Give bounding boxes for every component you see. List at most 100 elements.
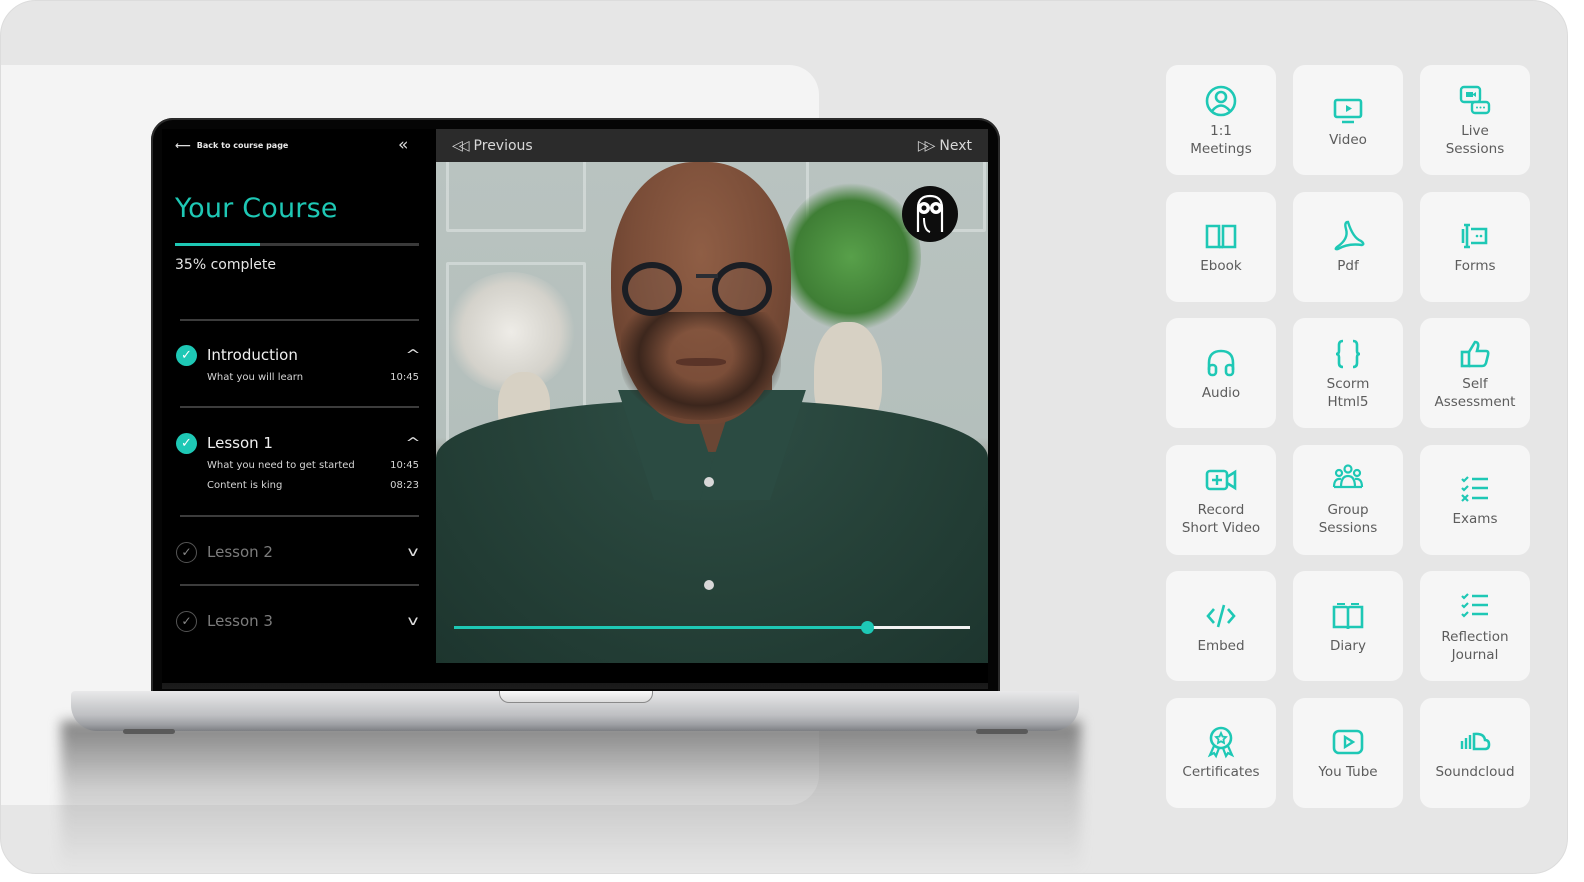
checklist-icon bbox=[1457, 589, 1493, 625]
module-header[interactable]: ✓ Introduction ^ bbox=[176, 343, 423, 367]
lesson-item[interactable]: Content is king 08:23 bbox=[207, 475, 420, 495]
chevron-down-icon[interactable]: v bbox=[403, 614, 423, 629]
rewind-icon: ◁◁ bbox=[452, 137, 469, 154]
lesson-item[interactable]: What you will learn 10:45 bbox=[207, 367, 420, 387]
group-icon bbox=[1330, 462, 1366, 498]
module-title: Lesson 2 bbox=[207, 543, 273, 561]
video-chat-icon bbox=[1457, 83, 1493, 119]
feature-label: Forms bbox=[1454, 258, 1496, 274]
video-add-icon bbox=[1203, 462, 1239, 498]
back-to-course-link[interactable]: ⟵ Back to course page bbox=[175, 139, 288, 152]
laptop-shadow bbox=[61, 721, 1081, 871]
previous-label: Previous bbox=[473, 137, 533, 154]
chevron-down-icon[interactable]: v bbox=[403, 545, 423, 560]
feature-tile-you-tube[interactable]: You Tube bbox=[1293, 697, 1403, 808]
lesson-duration: 10:45 bbox=[390, 459, 419, 471]
divider bbox=[180, 406, 419, 408]
divider bbox=[180, 319, 419, 321]
module-introduction: ✓ Introduction ^ What you will learn 10:… bbox=[176, 343, 423, 387]
code-icon bbox=[1203, 598, 1239, 634]
laptop-foot bbox=[123, 729, 175, 734]
feature-label: Embed bbox=[1197, 637, 1245, 654]
feature-tile-video[interactable]: Video bbox=[1293, 65, 1403, 175]
feature-label: Audio bbox=[1201, 384, 1241, 401]
feature-tile-certificates[interactable]: Certificates bbox=[1166, 697, 1276, 808]
feature-tile-embed[interactable]: Embed bbox=[1166, 571, 1276, 681]
checklist-x-icon bbox=[1457, 471, 1493, 507]
chevron-up-icon[interactable]: ^ bbox=[403, 348, 423, 363]
shirt-button bbox=[704, 477, 714, 487]
feature-tile-ebook[interactable]: Ebook bbox=[1166, 191, 1276, 302]
check-outline-icon: ✓ bbox=[176, 541, 197, 563]
course-title: Your Course bbox=[175, 193, 338, 224]
divider bbox=[180, 584, 419, 586]
feature-label: Self Assessment bbox=[1434, 375, 1516, 410]
chevron-up-icon[interactable]: ^ bbox=[403, 436, 423, 451]
lesson-duration: 08:23 bbox=[390, 479, 419, 491]
module-title: Introduction bbox=[207, 346, 298, 364]
feature-tile-record-short-video[interactable]: Record Short Video bbox=[1166, 444, 1276, 555]
glasses-bridge bbox=[696, 274, 718, 278]
check-circle-icon: ✓ bbox=[176, 432, 197, 454]
feature-tile-audio[interactable]: Audio bbox=[1166, 318, 1276, 428]
collapse-sidebar-button[interactable]: « bbox=[398, 135, 408, 155]
seek-bar-thumb[interactable] bbox=[860, 621, 874, 634]
presenter-mouth bbox=[676, 358, 726, 366]
video-frame[interactable] bbox=[436, 162, 988, 663]
feature-tile-scorm-html5[interactable]: Scorm Html5 bbox=[1293, 318, 1403, 428]
feature-tile-forms[interactable]: Forms bbox=[1420, 191, 1530, 302]
course-progress-bar bbox=[175, 243, 419, 246]
glasses-lens bbox=[622, 262, 682, 316]
feature-tile-pdf[interactable]: Pdf bbox=[1293, 191, 1403, 302]
soundcloud-icon bbox=[1457, 724, 1493, 760]
feature-tile-exams[interactable]: Exams bbox=[1420, 444, 1530, 555]
headphones-icon bbox=[1203, 345, 1239, 381]
feature-tile-self-assessment[interactable]: Self Assessment bbox=[1420, 318, 1530, 428]
progress-text: 35% complete bbox=[175, 257, 276, 273]
feature-label: Ebook bbox=[1200, 258, 1242, 274]
presenter-beard bbox=[621, 312, 781, 420]
lesson-item[interactable]: What you need to get started 10:45 bbox=[207, 455, 420, 475]
lesson-duration: 10:45 bbox=[390, 371, 419, 383]
video-seek-bar[interactable] bbox=[454, 621, 970, 634]
feature-label: Record Short Video bbox=[1181, 502, 1261, 536]
feature-label: Group Sessions bbox=[1318, 502, 1378, 536]
module-header[interactable]: ✓ Lesson 2 v bbox=[176, 540, 420, 564]
feature-tile-group-sessions[interactable]: Group Sessions bbox=[1293, 444, 1403, 555]
feature-label: Exams bbox=[1452, 511, 1498, 527]
feature-label: Live Sessions bbox=[1445, 122, 1505, 157]
module-header[interactable]: ✓ Lesson 1 ^ bbox=[176, 431, 423, 455]
monitor-play-icon bbox=[1330, 92, 1366, 128]
seek-bar-fill bbox=[454, 626, 867, 629]
owl-logo-icon bbox=[902, 186, 958, 242]
lesson-title: What you need to get started bbox=[207, 459, 355, 471]
feature-tile-soundcloud[interactable]: Soundcloud bbox=[1420, 697, 1530, 808]
pdf-icon bbox=[1330, 218, 1366, 254]
module-lesson-2: ✓ Lesson 2 v bbox=[176, 540, 420, 564]
feature-tile-reflection-journal[interactable]: Reflection Journal bbox=[1420, 571, 1530, 681]
feature-tile-1-1-meetings[interactable]: 1:1 Meetings bbox=[1166, 65, 1276, 175]
youtube-icon bbox=[1330, 724, 1366, 760]
video-player: ◁◁ Previous ▷▷ Next bbox=[436, 129, 988, 663]
check-circle-icon: ✓ bbox=[176, 344, 197, 366]
owl-logo-svg bbox=[916, 194, 944, 233]
feature-label: Scorm Html5 bbox=[1326, 375, 1370, 410]
form-field-icon bbox=[1457, 218, 1493, 254]
fast-forward-icon: ▷▷ bbox=[917, 137, 935, 154]
module-header[interactable]: ✓ Lesson 3 v bbox=[176, 609, 420, 633]
previous-button[interactable]: ◁◁ Previous bbox=[452, 138, 533, 154]
feature-label: Pdf bbox=[1337, 258, 1359, 274]
feature-label: 1:1 Meetings bbox=[1190, 122, 1252, 157]
feature-tile-live-sessions[interactable]: Live Sessions bbox=[1420, 65, 1530, 175]
module-lesson-3: ✓ Lesson 3 v bbox=[176, 609, 420, 633]
thumbs-up-icon bbox=[1457, 336, 1493, 372]
module-title: Lesson 1 bbox=[207, 434, 273, 452]
feature-grid: 1:1 Meetings Video Live Sessions Ebook Pdf Fo… bbox=[1166, 65, 1530, 808]
lesson-title: What you will learn bbox=[207, 371, 304, 383]
background-plant bbox=[781, 182, 921, 332]
next-button[interactable]: ▷▷ Next bbox=[918, 138, 972, 154]
award-icon bbox=[1203, 724, 1239, 760]
lesson-title: Content is king bbox=[207, 479, 283, 491]
check-outline-icon: ✓ bbox=[176, 610, 197, 632]
feature-tile-diary[interactable]: Diary bbox=[1293, 571, 1403, 681]
